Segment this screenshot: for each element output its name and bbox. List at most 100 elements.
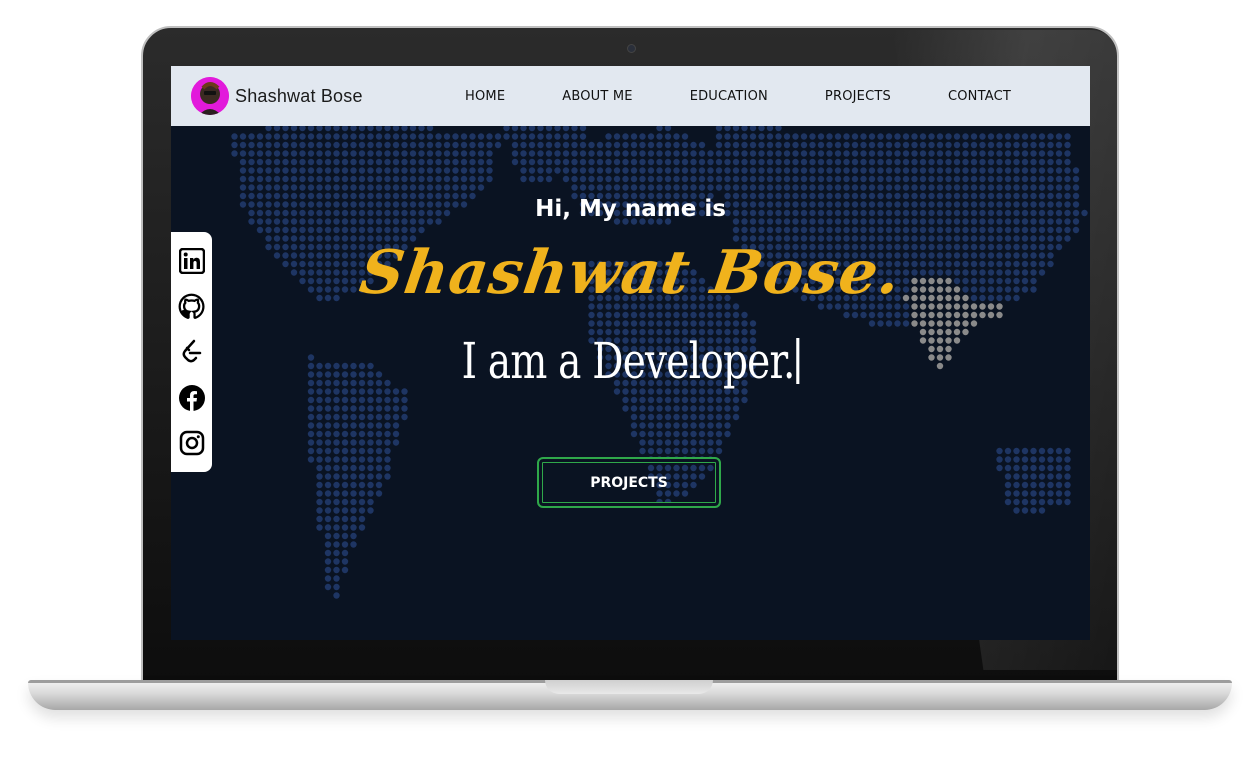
map-dot [639, 447, 646, 455]
social-sidebar [171, 232, 212, 472]
map-dot [469, 133, 476, 140]
map-dot [1004, 498, 1012, 506]
map-dot [324, 141, 332, 149]
map-dot [741, 133, 748, 140]
map-dot [953, 141, 961, 149]
nav-link-about-me[interactable]: ABOUT ME [562, 89, 632, 104]
map-dot-highlighted [928, 311, 935, 319]
map-dot [630, 396, 638, 404]
map-dot [970, 158, 978, 166]
map-dot [316, 158, 323, 166]
map-dot [409, 158, 417, 166]
map-dot [996, 184, 1003, 191]
map-dot [350, 226, 357, 234]
map-dot [698, 184, 706, 191]
map-dot [766, 167, 774, 174]
map-dot [324, 515, 332, 523]
map-dot [673, 311, 680, 319]
map-dot [758, 226, 765, 234]
projects-button[interactable]: PROJECTS [537, 457, 721, 508]
map-dot [392, 405, 400, 412]
map-dot [596, 311, 604, 319]
map-dot [316, 473, 323, 480]
map-dot [656, 430, 663, 438]
map-dot [809, 150, 816, 157]
map-dot [358, 413, 366, 421]
map-dot [401, 141, 408, 149]
map-dot [307, 150, 315, 157]
map-dot [316, 141, 323, 149]
facebook-icon[interactable] [177, 383, 207, 413]
map-dot [1030, 150, 1037, 157]
map-dot [758, 184, 765, 191]
map-dot [562, 150, 570, 157]
map-dot [996, 226, 1003, 234]
instagram-icon[interactable] [177, 428, 207, 458]
map-dot [409, 141, 417, 149]
nav-link-projects[interactable]: PROJECTS [825, 89, 891, 104]
map-dot [690, 405, 697, 412]
map-dot [452, 184, 459, 191]
nav-link-home[interactable]: HOME [465, 89, 505, 104]
map-dot [1047, 490, 1054, 497]
map-dot [341, 150, 349, 157]
map-dot [826, 158, 833, 166]
map-dot [299, 167, 306, 174]
map-dot [979, 167, 986, 174]
map-dot [554, 167, 561, 174]
map-dot [375, 473, 383, 480]
map-dot [664, 175, 672, 183]
map-dot [656, 311, 663, 319]
map-dot [639, 150, 646, 157]
map-dot [639, 158, 646, 166]
map-dot [341, 464, 349, 472]
map-dot [418, 167, 425, 174]
leetcode-icon[interactable] [177, 337, 207, 367]
map-dot [656, 447, 663, 455]
map-dot [341, 413, 349, 421]
map-dot [894, 226, 901, 234]
map-dot [1030, 447, 1037, 455]
map-dot [911, 226, 918, 234]
map-dot [860, 311, 867, 319]
map-dot [962, 141, 969, 149]
github-icon[interactable] [177, 291, 207, 321]
map-dot [316, 507, 323, 514]
map-dot-highlighted [928, 320, 935, 327]
map-dot [375, 464, 383, 472]
map-dot [384, 226, 391, 234]
map-dot [1030, 141, 1037, 149]
map-dot [324, 430, 332, 438]
map-dot [673, 167, 680, 174]
map-dot-highlighted [945, 320, 952, 327]
map-dot [656, 320, 663, 327]
map-dot [800, 133, 808, 140]
map-dot [911, 158, 918, 166]
map-dot [945, 184, 952, 191]
nav-link-education[interactable]: EDUCATION [690, 89, 768, 104]
linkedin-icon[interactable] [177, 246, 207, 276]
map-dot [520, 175, 527, 183]
map-dot [664, 422, 672, 429]
map-dot [239, 133, 247, 140]
map-dot [630, 141, 638, 149]
map-dot [392, 430, 400, 438]
nav-link-contact[interactable]: CONTACT [948, 89, 1011, 104]
map-dot [307, 439, 315, 446]
brand[interactable]: Shashwat Bose [191, 77, 363, 115]
map-dot [681, 150, 689, 157]
map-dot [333, 158, 340, 166]
map-dot [936, 226, 944, 234]
map-dot [749, 226, 757, 234]
map-dot [1004, 226, 1012, 234]
map-dot [809, 141, 816, 149]
map-dot [401, 413, 408, 421]
map-dot [656, 150, 663, 157]
map-dot [588, 311, 595, 319]
map-dot [851, 133, 859, 140]
map-dot [664, 430, 672, 438]
map-dot [690, 175, 697, 183]
map-dot [766, 150, 774, 157]
map-dot [350, 473, 357, 480]
map-dot [911, 133, 918, 140]
